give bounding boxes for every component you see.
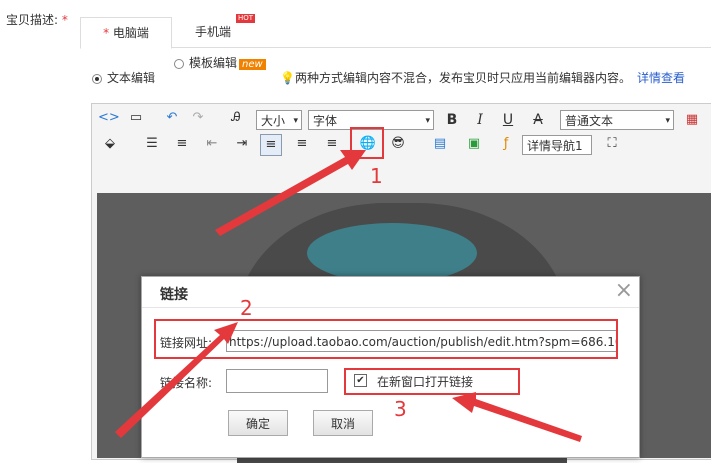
numbered-list-icon[interactable]: ≡	[172, 134, 192, 154]
required-mark: *	[61, 13, 68, 27]
close-icon[interactable]: ×	[615, 279, 633, 303]
insert-table-icon[interactable]: ▤	[430, 134, 450, 154]
annotation-number-3: 3	[394, 397, 407, 421]
redo-icon[interactable]: ↷	[188, 108, 208, 128]
fill-color-icon[interactable]: ⬙	[100, 134, 120, 154]
detail-nav-select[interactable]: 详情导航1	[522, 135, 592, 155]
editor-tip: 💡两种方式编辑内容不混合，发布宝贝时只应用当前编辑器内容。 详情查看	[280, 69, 685, 86]
toolbar-row-1: <> ▭ ↶ ↷ Ꭿ 大小 ▾ 字体 ▾ B I U A 普通文本 ▾ ▦	[92, 106, 711, 132]
preview-icon[interactable]: ▭	[126, 108, 146, 128]
outdent-icon[interactable]: ⇤	[202, 134, 222, 154]
detail-nav-value: 详情导航1	[527, 139, 583, 153]
link-name-label: 链接名称:	[160, 376, 213, 390]
font-size-value: 大小	[261, 114, 286, 128]
tab-pc-required: *	[103, 26, 110, 40]
insert-image-icon[interactable]: ▣	[464, 134, 484, 154]
text-edit-radio[interactable]	[92, 73, 102, 84]
font-size-select[interactable]: 大小 ▾	[256, 110, 302, 130]
source-code-icon[interactable]: <>	[98, 108, 120, 128]
undo-icon[interactable]: ↶	[162, 108, 182, 128]
template-edit-radio[interactable]	[174, 58, 184, 69]
link-name-input[interactable]	[226, 369, 328, 393]
field-label-text: 宝贝描述:	[6, 13, 59, 27]
italic-button[interactable]: I	[470, 110, 490, 130]
paragraph-format-value: 普通文本	[565, 114, 614, 128]
strikethrough-button[interactable]: A	[528, 110, 548, 130]
link-button-highlight	[350, 127, 384, 159]
align-center-icon[interactable]: ≡	[292, 134, 312, 154]
annotation-number-1: 1	[370, 164, 383, 188]
product-image-collar	[307, 223, 477, 283]
lightbulb-icon: 💡	[280, 71, 295, 85]
tip-detail-link[interactable]: 详情查看	[637, 71, 685, 85]
tab-pc[interactable]: * 电脑端	[80, 17, 172, 49]
template-edit-option[interactable]: 模板编辑 new	[174, 54, 266, 71]
new-badge: new	[239, 59, 266, 70]
align-left-icon[interactable]: ≡	[260, 134, 282, 156]
template-edit-label: 模板编辑	[189, 56, 238, 70]
emoticon-icon[interactable]: 😎	[388, 134, 408, 154]
format-brush-icon[interactable]: Ꭿ	[226, 108, 246, 128]
annotation-number-2: 2	[240, 296, 253, 320]
field-label: 宝贝描述: *	[6, 11, 68, 28]
bold-button[interactable]: B	[442, 110, 462, 130]
tip-text: 两种方式编辑内容不混合，发布宝贝时只应用当前编辑器内容。	[294, 71, 631, 85]
chevron-down-icon: ▾	[425, 116, 430, 126]
text-edit-label: 文本编辑	[107, 71, 156, 85]
url-field-highlight	[154, 319, 618, 359]
chevron-down-icon: ▾	[665, 116, 670, 126]
cancel-button[interactable]: 取消	[313, 410, 373, 436]
toolbar-row-2: ⬙ ☰ ≡ ⇤ ⇥ ≡ ≡ ≡ 🌐 😎 ▤ ▣ ƒ 详情导航1 ⛶	[92, 132, 711, 158]
bullet-list-icon[interactable]: ☰	[142, 134, 162, 154]
underline-button[interactable]: U	[498, 110, 518, 130]
indent-icon[interactable]: ⇥	[232, 134, 252, 154]
fullscreen-icon[interactable]: ⛶	[602, 134, 622, 154]
tab-divider	[80, 47, 711, 48]
hot-badge: HOT	[236, 14, 256, 23]
text-edit-option[interactable]: 文本编辑	[92, 69, 155, 86]
font-family-value: 字体	[313, 114, 338, 128]
color-grid-icon[interactable]: ▦	[682, 110, 702, 130]
paragraph-format-select[interactable]: 普通文本 ▾	[560, 110, 674, 130]
insert-flash-icon[interactable]: ƒ	[496, 134, 516, 154]
tab-mobile-label: 手机端	[194, 25, 231, 39]
align-right-icon[interactable]: ≡	[322, 134, 342, 154]
dialog-header: 链接 ×	[142, 277, 639, 308]
confirm-button[interactable]: 确定	[228, 410, 288, 436]
chevron-down-icon: ▾	[293, 116, 298, 126]
new-window-highlight	[344, 368, 520, 395]
tab-pc-label: 电脑端	[112, 26, 149, 40]
dialog-title: 链接	[160, 287, 188, 303]
link-dialog: 链接 × 链接网址: https://upload.taobao.com/auc…	[141, 276, 640, 458]
